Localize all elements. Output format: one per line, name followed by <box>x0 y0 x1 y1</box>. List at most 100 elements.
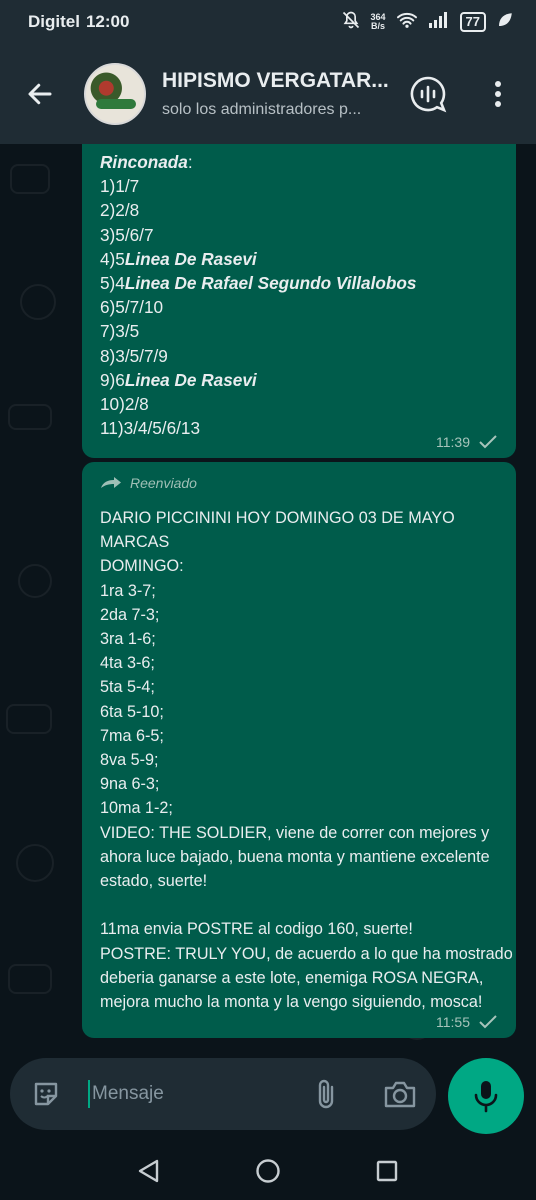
sent-check-icon <box>479 435 497 449</box>
message-line <box>100 893 498 917</box>
message-line: 10ma 1-2; <box>100 799 173 818</box>
nav-home-button[interactable] <box>246 1149 290 1193</box>
message-line: 9na 6-3; <box>100 775 160 794</box>
message-time: 11:39 <box>436 434 470 450</box>
nav-back-button[interactable] <box>127 1149 171 1193</box>
clock: 12:00 <box>85 12 130 31</box>
message-line: 1)1/7 <box>100 176 140 197</box>
message-line: 3)5/6/7 <box>100 224 154 245</box>
message-line: 1ra 3-7; <box>100 581 156 600</box>
message-line: DOMINGO: <box>100 557 184 576</box>
nav-recents-button[interactable] <box>365 1149 409 1193</box>
voice-chat-icon <box>410 76 447 113</box>
text-plain: 9)6 <box>100 369 125 390</box>
message-text: DARIO PICCININI HOY DOMINGO 03 DE MAYO MA… <box>100 506 513 1014</box>
message-line: 5ta 5-4; <box>100 678 155 697</box>
message-line: 7ma 6-5; <box>100 726 164 745</box>
text-bold: Linea De Rasevi <box>124 369 257 390</box>
sticker-icon <box>34 1082 58 1106</box>
message-input[interactable]: Mensaje <box>88 1080 306 1108</box>
text-plain: 4)5 <box>100 248 125 269</box>
message-text: Rinconada: 1)1/7 2)2/8 3)5/6/7 4)5Linea … <box>100 150 498 440</box>
leaf-icon <box>496 11 514 34</box>
group-subtitle: solo los administradores p... <box>162 101 362 118</box>
message-line: Rinconada: <box>100 150 498 174</box>
wallpaper-doodle <box>8 404 52 430</box>
more-vert-icon <box>495 81 501 107</box>
wallpaper-doodle <box>16 844 54 882</box>
message-line: 11ma envia POSTRE al codigo 160, suerte! <box>100 920 413 939</box>
chat-area[interactable]: Rinconada: 1)1/7 2)2/8 3)5/6/7 4)5Linea … <box>0 144 536 1050</box>
message-composer: Mensaje <box>10 1058 436 1130</box>
message-line: 10)2/8 <box>100 394 149 415</box>
status-left: Digitel 12:00 <box>28 12 129 32</box>
message-line: 9)6Linea De Rasevi <box>100 368 498 392</box>
mute-icon <box>341 10 361 35</box>
forward-icon <box>101 477 121 488</box>
sticker-button[interactable] <box>26 1074 66 1114</box>
message-line: 3ra 1-6; <box>100 630 156 649</box>
camera-icon <box>384 1081 416 1108</box>
attach-icon <box>318 1079 334 1109</box>
mic-icon <box>474 1081 498 1113</box>
message-line: mejora mucho la monta y la vengo siguien… <box>100 993 483 1012</box>
message-line: deberia ganarse a este lote, enemiga ROS… <box>100 968 484 987</box>
message-line: DARIO PICCININI HOY DOMINGO 03 DE MAYO <box>100 509 455 527</box>
system-nav-bar <box>0 1142 536 1200</box>
message-line: 4)5Linea De Rasevi <box>100 247 498 271</box>
net-speed-unit: B/s <box>371 21 386 31</box>
status-right: 364 B/s 77 <box>341 10 515 35</box>
wallpaper-doodle <box>20 284 56 320</box>
message-line: 6ta 5-10; <box>100 702 164 721</box>
wallpaper-doodle <box>18 564 52 598</box>
group-info[interactable]: HIPISMO VERGATAR... solo los administrad… <box>162 69 390 119</box>
message-line: estado, suerte! <box>100 872 208 891</box>
message-line: 8va 5-9; <box>100 751 159 770</box>
message-line: ahora luce bajado, buena monta y mantien… <box>100 847 490 866</box>
status-bar: Digitel 12:00 364 B/s 77 <box>0 0 536 44</box>
more-options-button[interactable] <box>476 72 520 116</box>
message-bubble[interactable]: Reenviado DARIO PICCININI HOY DOMINGO 03… <box>82 462 516 1038</box>
text-bold: Linea De Rafael Segundo Villalobos <box>124 273 417 294</box>
wallpaper-doodle <box>10 164 50 194</box>
message-line: POSTRE: TRULY YOU, de acuerdo a lo que h… <box>100 944 513 963</box>
group-avatar[interactable] <box>84 63 146 125</box>
message-line: 7)3/5 <box>100 321 140 342</box>
voice-chat-button[interactable] <box>406 72 450 116</box>
text-caret <box>88 1080 90 1108</box>
back-arrow-icon <box>28 83 52 105</box>
back-button[interactable] <box>20 74 60 114</box>
camera-button[interactable] <box>380 1074 420 1114</box>
carrier-name: Digitel <box>28 12 80 31</box>
chat-header: HIPISMO VERGATAR... solo los administrad… <box>0 44 536 144</box>
attach-button[interactable] <box>306 1074 346 1114</box>
message-bubble[interactable]: Rinconada: 1)1/7 2)2/8 3)5/6/7 4)5Linea … <box>82 144 516 458</box>
text-plain: 5)4 <box>100 273 125 294</box>
message-meta: 11:55 <box>436 1014 498 1030</box>
message-line: 6)5/7/10 <box>100 297 164 318</box>
forwarded-label: Reenviado <box>100 472 498 494</box>
sent-check-icon <box>479 1015 497 1029</box>
text-bold: Linea De Rasevi <box>124 248 257 269</box>
nav-home-icon <box>256 1159 280 1183</box>
group-name: HIPISMO VERGATAR... <box>162 69 389 92</box>
nav-back-icon <box>139 1159 159 1183</box>
wifi-icon <box>396 11 418 34</box>
signal-icon <box>428 11 450 34</box>
net-speed: 364 B/s <box>371 13 386 31</box>
wallpaper-doodle <box>8 964 52 994</box>
battery-indicator: 77 <box>459 12 486 32</box>
forwarded-text: Reenviado <box>130 475 197 491</box>
wallpaper-doodle <box>6 704 52 734</box>
message-line: 2da 7-3; <box>100 605 160 624</box>
message-line: MARCAS <box>100 533 170 552</box>
message-time: 11:55 <box>436 1014 470 1030</box>
message-line: 2)2/8 <box>100 200 140 221</box>
text-plain: : <box>187 152 193 172</box>
message-line: 8)3/5/7/9 <box>100 345 168 366</box>
message-line: 4ta 3-6; <box>100 654 155 673</box>
voice-record-button[interactable] <box>448 1058 524 1134</box>
text-bold: Rinconada <box>100 152 188 172</box>
message-line: VIDEO: THE SOLDIER, viene de correr con … <box>100 823 490 842</box>
nav-recents-icon <box>376 1160 397 1182</box>
